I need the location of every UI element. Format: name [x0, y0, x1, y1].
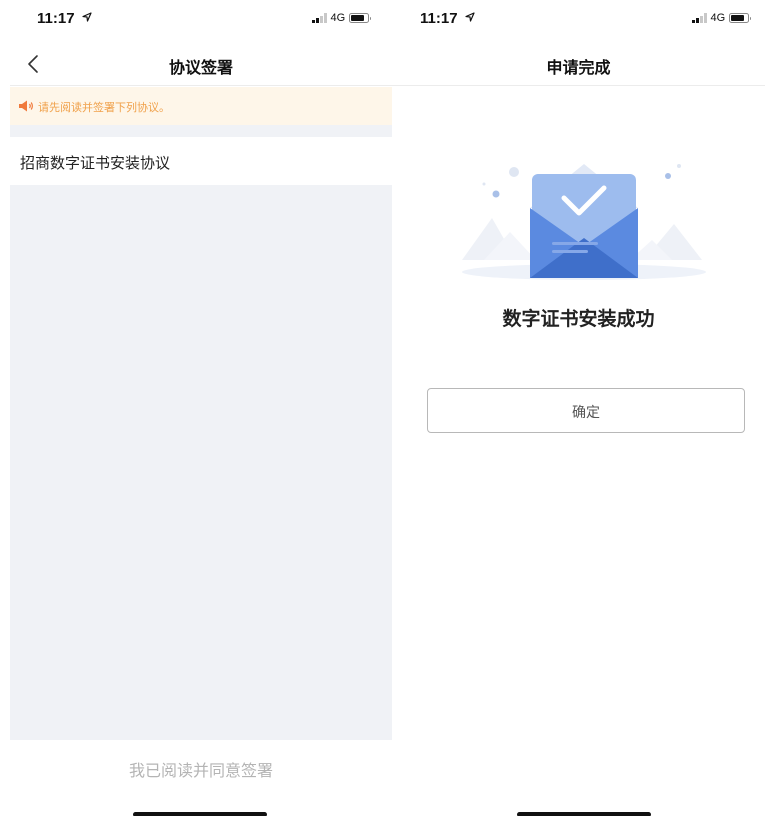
agreement-list-background [10, 125, 392, 740]
status-bar: 11:17 4G [392, 0, 765, 34]
confirm-button[interactable]: 确定 [427, 388, 745, 433]
confirm-label: 确定 [572, 405, 600, 421]
battery-icon [349, 13, 372, 23]
status-time: 11:17 [37, 10, 75, 27]
envelope-success-illustration [462, 164, 706, 280]
cellular-signal-icon [692, 13, 707, 23]
agree-sign-button[interactable]: 我已阅读并同意签署 [10, 741, 392, 793]
notice-text: 请先阅读并签署下列协议。 [38, 101, 170, 114]
status-indicators: 4G [312, 11, 372, 25]
network-type: 4G [330, 12, 346, 24]
navigation-bar: 申请完成 [392, 42, 765, 86]
navigation-bar: 协议签署 [10, 42, 392, 86]
agreement-signing-screen: 11:17 4G 协议签署 请先阅读并签署下列协议。 招商数字证书安装协议 我已… [10, 0, 392, 816]
success-message: 数字证书安装成功 [502, 308, 655, 330]
speaker-icon [19, 100, 33, 112]
agreement-label: 招商数字证书安装协议 [20, 154, 171, 172]
page-title: 申请完成 [546, 58, 611, 77]
status-time: 11:17 [420, 10, 458, 27]
status-indicators: 4G [692, 11, 752, 25]
location-arrow-icon [465, 12, 475, 22]
cellular-signal-icon [312, 13, 327, 23]
agreement-item[interactable]: 招商数字证书安装协议 [10, 137, 392, 185]
agree-sign-label: 我已阅读并同意签署 [128, 761, 273, 780]
application-complete-screen: 11:17 4G 申请完成 数字证书安装成功 确定 [392, 0, 765, 816]
home-indicator[interactable] [133, 812, 267, 816]
home-indicator[interactable] [517, 812, 651, 816]
notice-banner: 请先阅读并签署下列协议。 [10, 87, 392, 125]
battery-icon [729, 13, 752, 23]
status-bar: 11:17 4G [10, 0, 392, 34]
location-arrow-icon [82, 12, 92, 22]
page-title: 协议签署 [168, 58, 233, 77]
network-type: 4G [710, 12, 726, 24]
